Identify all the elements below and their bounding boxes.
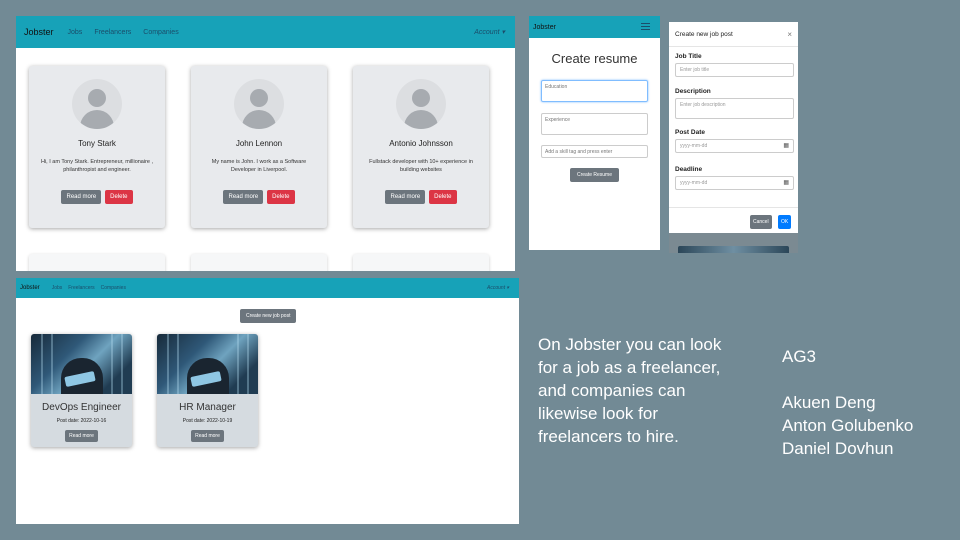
job-post-date: Post date: 2022-10-16 — [56, 418, 107, 424]
deadline-label: Deadline — [675, 166, 703, 173]
post-date-input[interactable]: yyyy-mm-dd ▦ — [675, 139, 794, 153]
deadline-placeholder: yyyy-mm-dd — [680, 180, 708, 186]
brand-logo[interactable]: Jobster — [533, 24, 556, 31]
read-more-button[interactable]: Read more — [385, 190, 426, 204]
avatar-icon — [234, 79, 284, 129]
close-icon[interactable]: × — [787, 30, 792, 39]
freelancer-bio: Hi, I am Tony Stark. Entrepreneur, milli… — [40, 159, 154, 174]
create-resume-screenshot: Jobster Create resume Education Experien… — [529, 16, 660, 250]
job-image — [157, 334, 258, 394]
navbar: Jobster — [529, 16, 660, 38]
brand-logo[interactable]: Jobster — [24, 27, 54, 37]
job-image — [678, 246, 789, 253]
modal-backdrop — [669, 233, 798, 253]
navbar: Jobster Jobs Freelancers Companies Accou… — [16, 16, 515, 48]
freelancer-name: Tony Stark — [78, 139, 116, 148]
brand-logo[interactable]: Jobster — [20, 285, 40, 291]
team-member: Anton Golubenko — [782, 416, 914, 435]
description-label: Description — [675, 88, 711, 95]
job-post-date: Post date: 2022-10-19 — [182, 418, 233, 424]
calendar-icon[interactable]: ▦ — [783, 142, 789, 149]
navbar: Jobster Jobs Freelancers Companies Accou… — [16, 278, 519, 298]
read-more-button[interactable]: Read more — [65, 430, 98, 442]
nav-freelancers[interactable]: Freelancers — [94, 29, 131, 36]
delete-button[interactable]: Delete — [267, 190, 295, 204]
create-job-post-button[interactable]: Create new job post — [240, 309, 297, 323]
freelancer-bio: My name is John. I work as a Software De… — [211, 159, 307, 174]
read-more-button[interactable]: Read more — [191, 430, 224, 442]
team-member: Daniel Dovhun — [782, 439, 894, 458]
group-name: AG3 — [782, 347, 817, 366]
job-title-input[interactable]: Enter job title — [675, 63, 794, 77]
freelancer-card: Antonio Johnsson Fullstack developer wit… — [353, 66, 489, 228]
job-title: HR Manager — [179, 402, 236, 413]
post-date-placeholder: yyyy-mm-dd — [680, 143, 708, 149]
freelancer-bio: Fullstack developer with 10+ experience … — [369, 159, 473, 174]
experience-field[interactable]: Experience — [541, 113, 648, 135]
deadline-input[interactable]: yyyy-mm-dd ▦ — [675, 176, 794, 190]
freelancer-card — [191, 254, 327, 271]
nav-jobs[interactable]: Jobs — [68, 29, 83, 36]
job-post-modal: Create new job post × Job Title Enter jo… — [669, 22, 798, 233]
freelancer-card: John Lennon My name is John. I work as a… — [191, 66, 327, 228]
post-date-label: Post Date — [675, 129, 705, 136]
delete-button[interactable]: Delete — [429, 190, 457, 204]
nav-companies[interactable]: Companies — [101, 285, 126, 291]
page-title: Create resume — [551, 51, 638, 66]
calendar-icon[interactable]: ▦ — [783, 179, 789, 186]
project-description: On Jobster you can look for a job as a f… — [538, 335, 722, 446]
job-title: DevOps Engineer — [42, 402, 121, 413]
team-member: Akuen Deng — [782, 393, 876, 412]
freelancer-card — [353, 254, 489, 271]
jobs-page-screenshot: Jobster Jobs Freelancers Companies Accou… — [16, 278, 519, 524]
ok-button[interactable]: OK — [778, 215, 792, 229]
nav-jobs[interactable]: Jobs — [52, 285, 63, 291]
read-more-button[interactable]: Read more — [223, 190, 264, 204]
job-card: HR Manager Post date: 2022-10-19 Read mo… — [157, 334, 258, 447]
cancel-button[interactable]: Cancel — [750, 215, 772, 229]
delete-button[interactable]: Delete — [105, 190, 133, 204]
account-dropdown[interactable]: Account ▾ — [487, 285, 509, 291]
freelancer-card: Tony Stark Hi, I am Tony Stark. Entrepre… — [29, 66, 165, 228]
team-info: AG3 Akuen Deng Anton Golubenko Daniel Do… — [782, 345, 913, 460]
modal-title: Create new job post — [675, 30, 733, 38]
account-dropdown[interactable]: Account ▾ — [474, 28, 505, 36]
avatar-icon — [396, 79, 446, 129]
skill-tag-input[interactable]: Add a skill tag and press enter — [541, 145, 648, 158]
job-image — [31, 334, 132, 394]
freelancer-card — [29, 254, 165, 271]
modal-footer: Cancel OK — [669, 207, 798, 233]
job-title-label: Job Title — [675, 53, 702, 60]
avatar-icon — [72, 79, 122, 129]
nav-companies[interactable]: Companies — [143, 29, 178, 36]
create-resume-button[interactable]: Create Resume — [570, 168, 619, 182]
freelancers-page-screenshot: Jobster Jobs Freelancers Companies Accou… — [16, 16, 515, 271]
nav-freelancers[interactable]: Freelancers — [68, 285, 94, 291]
read-more-button[interactable]: Read more — [61, 190, 102, 204]
hamburger-menu-icon[interactable] — [641, 23, 650, 32]
freelancer-name: John Lennon — [235, 139, 283, 148]
job-card: DevOps Engineer Post date: 2022-10-16 Re… — [31, 334, 132, 447]
freelancer-name: Antonio Johnsson — [389, 139, 453, 148]
education-field[interactable]: Education — [541, 80, 648, 102]
description-input[interactable]: Enter job description — [675, 98, 794, 119]
